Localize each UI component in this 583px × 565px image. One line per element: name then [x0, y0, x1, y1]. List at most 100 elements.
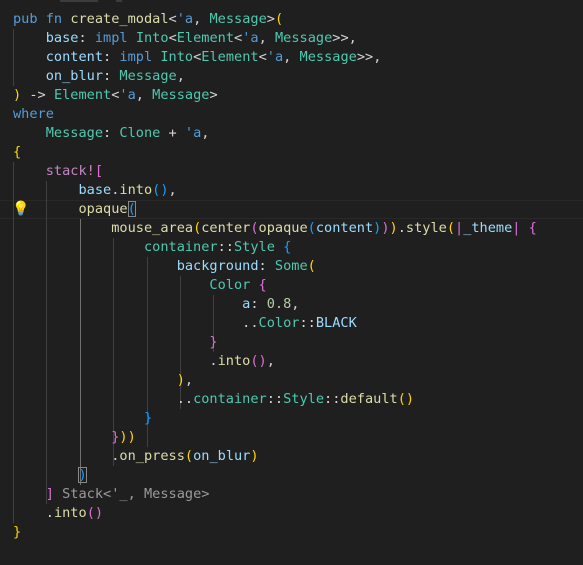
- code-token: ): [13, 87, 22, 103]
- code-token: center: [201, 220, 251, 236]
- code-line: ..container::Style::default(): [13, 390, 414, 409]
- code-line: }: [13, 523, 21, 542]
- code-token: [: [94, 163, 104, 179]
- code-token: container: [193, 391, 267, 407]
- code-token: Style: [283, 391, 325, 407]
- code-token: into: [53, 505, 87, 521]
- code-token: ,: [184, 372, 194, 388]
- code-line: {: [13, 143, 21, 162]
- code-line: opaque(: [13, 200, 136, 219]
- code-token: stack!: [45, 163, 95, 179]
- code-token: background: [176, 258, 259, 274]
- code-token: ): [389, 220, 398, 236]
- code-token: (: [184, 448, 194, 464]
- code-token: style: [405, 220, 447, 236]
- code-token: <: [168, 11, 177, 27]
- code-token: ->: [29, 87, 46, 103]
- code-token: :: [103, 125, 120, 141]
- code-token: (): [250, 353, 267, 369]
- code-token: Element: [201, 49, 259, 65]
- code-token: ::: [324, 391, 341, 407]
- code-token: Message: [299, 49, 357, 65]
- code-token: content: [45, 49, 104, 65]
- code-token: (: [274, 11, 284, 27]
- code-editor[interactable]: 💡 pub fn create_modal<'a, Message>( base…: [0, 0, 583, 565]
- code-token: (: [127, 201, 136, 217]
- code-token: >: [266, 11, 275, 27]
- code-token: )): [119, 429, 136, 445]
- code-token: into: [119, 182, 153, 198]
- code-token: ,: [168, 182, 177, 198]
- code-token: }: [143, 410, 153, 426]
- code-line: stack![: [13, 162, 103, 181]
- code-token: :: [103, 68, 120, 84]
- code-line: Message: Clone + 'a,: [13, 124, 210, 143]
- code-token: :: [103, 49, 120, 65]
- code-token: ,: [176, 68, 185, 84]
- code-token: ): [78, 467, 87, 483]
- code-token: Stack<'_, Message>: [53, 486, 210, 502]
- code-token: Some: [274, 258, 308, 274]
- code-line: .into(),: [13, 352, 275, 371]
- code-token: 'a: [184, 125, 202, 141]
- code-token: (): [152, 182, 169, 198]
- code-token: Color: [209, 277, 251, 293]
- code-token: +: [168, 125, 177, 141]
- code-token: >>,: [332, 30, 357, 46]
- code-line: ] Stack<'_, Message>: [13, 485, 210, 504]
- code-token: <: [168, 30, 177, 46]
- code-token: :: [78, 30, 95, 46]
- code-token: content: [315, 220, 374, 236]
- code-token: .: [209, 353, 218, 369]
- code-token: Into: [135, 30, 169, 46]
- code-token: ,: [201, 125, 210, 141]
- code-token: ::: [299, 315, 316, 331]
- code-token: .: [45, 505, 54, 521]
- code-token: on_press: [119, 448, 185, 464]
- code-token: on_blur: [45, 68, 104, 84]
- code-token: ,: [283, 49, 300, 65]
- code-token: default: [340, 391, 398, 407]
- code-token: ::: [266, 391, 284, 407]
- code-token: (: [446, 220, 455, 236]
- code-token: {: [13, 144, 22, 160]
- code-token: mouse_area: [111, 220, 194, 236]
- code-token: ]: [45, 486, 54, 502]
- code-line: background: Some(: [13, 257, 316, 276]
- code-token: Element: [176, 30, 235, 46]
- code-token: Style: [234, 239, 275, 255]
- code-line: ..Color::BLACK: [13, 314, 357, 333]
- code-line: pub fn create_modal<'a, Message>(: [13, 10, 283, 29]
- code-token: ,: [193, 11, 210, 27]
- code-token: impl: [94, 30, 128, 46]
- code-token: >>,: [356, 49, 382, 65]
- code-token: {: [528, 220, 537, 236]
- code-token: .: [397, 220, 406, 236]
- code-line: base: impl Into<Element<'a, Message>>,: [13, 29, 357, 48]
- code-line: })): [13, 428, 136, 447]
- code-line: }: [13, 333, 217, 352]
- code-token: _theme: [463, 220, 513, 236]
- code-token: }: [13, 524, 22, 540]
- code-token: ..: [242, 315, 259, 331]
- code-line: Color {: [13, 276, 266, 295]
- code-token: ::: [217, 239, 234, 255]
- code-token: fn: [45, 11, 63, 27]
